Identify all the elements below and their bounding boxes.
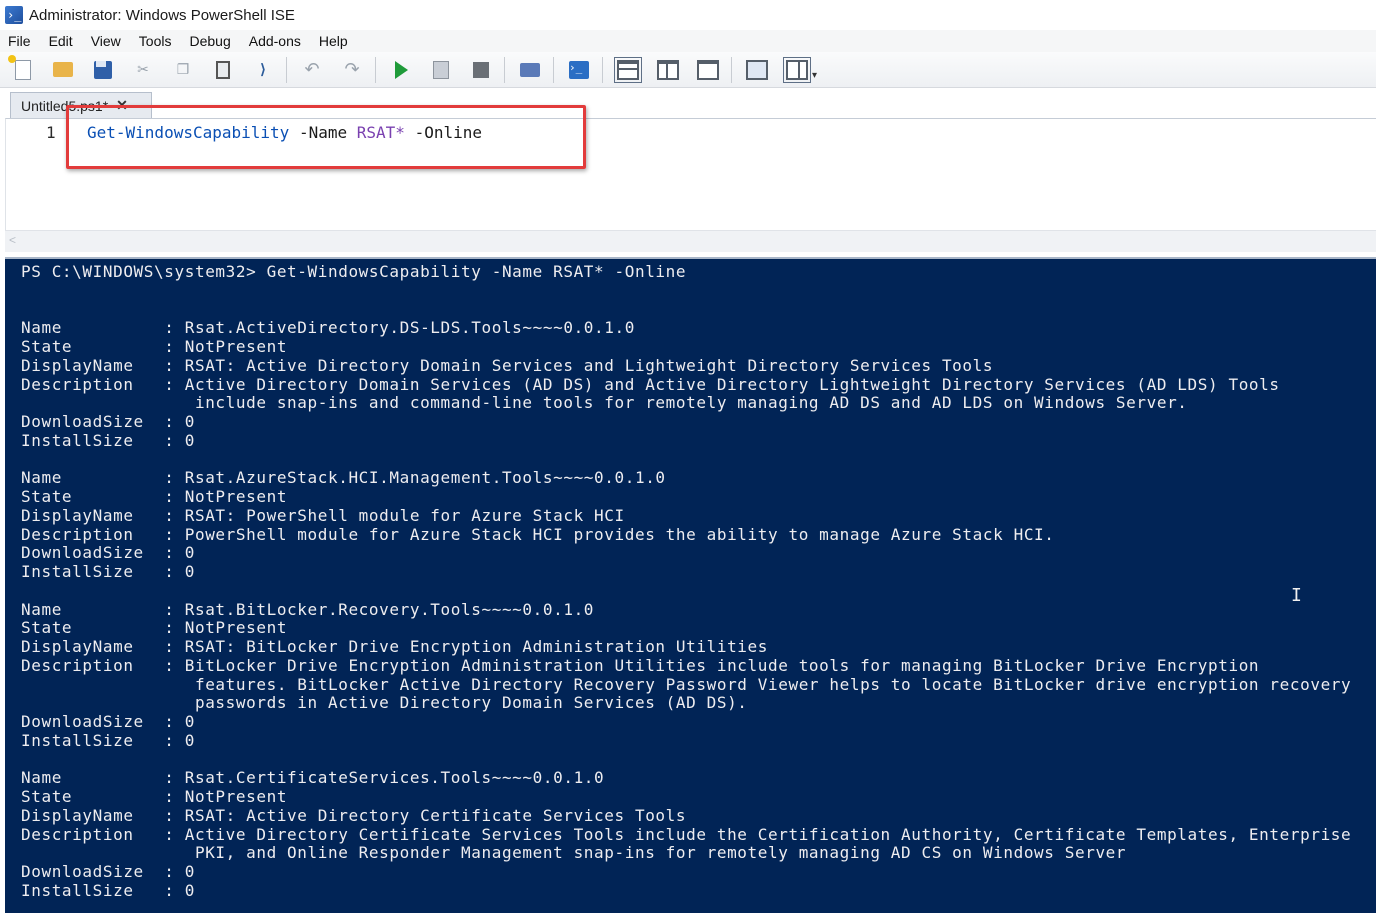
toolbar-separator bbox=[731, 56, 732, 83]
script-pane-top-icon bbox=[614, 56, 642, 83]
run-selection-icon bbox=[433, 60, 449, 79]
open-button[interactable] bbox=[52, 59, 74, 81]
toolbar-overflow-icon[interactable]: ▾ bbox=[812, 70, 817, 81]
menu-help[interactable]: Help bbox=[319, 33, 348, 49]
script-pane-right-button[interactable] bbox=[657, 59, 679, 81]
script-pane[interactable]: 1 Get-WindowsCapability -Name RSAT* -Onl… bbox=[5, 105, 1376, 230]
horizontal-scrollbar[interactable]: < bbox=[5, 230, 1376, 252]
new-script-icon bbox=[15, 59, 31, 80]
line-number: 1 bbox=[46, 123, 56, 142]
new-remote-tab-icon bbox=[520, 62, 540, 77]
cut-icon: ✂ bbox=[137, 61, 149, 77]
redo-button[interactable]: ↷ bbox=[341, 59, 363, 81]
open-icon bbox=[53, 62, 73, 77]
console-output: PS C:\WINDOWS\system32> Get-WindowsCapab… bbox=[21, 262, 1352, 900]
copy-icon: ❐ bbox=[176, 61, 190, 77]
script-pane-top-button[interactable] bbox=[614, 56, 642, 83]
scroll-left-icon[interactable]: < bbox=[9, 233, 16, 247]
run-script-icon bbox=[394, 60, 408, 79]
undo-button[interactable]: ↶ bbox=[301, 59, 323, 81]
toolbar-separator bbox=[553, 56, 554, 83]
toolbar-separator bbox=[286, 56, 287, 83]
window-title: Administrator: Windows PowerShell ISE bbox=[29, 6, 295, 24]
undo-icon: ↶ bbox=[304, 59, 320, 79]
menu-file[interactable]: File bbox=[8, 33, 31, 49]
menu-tools[interactable]: Tools bbox=[139, 33, 172, 49]
run-selection-button[interactable] bbox=[430, 59, 452, 81]
script-pane-maximized-button[interactable] bbox=[697, 59, 719, 81]
script-pane-right-icon bbox=[657, 59, 679, 80]
script-pane-maximized-icon bbox=[697, 59, 719, 80]
menu-add-ons[interactable]: Add-ons bbox=[249, 33, 301, 49]
cut-button[interactable]: ✂ bbox=[132, 59, 154, 81]
toolbar-separator bbox=[602, 56, 603, 83]
show-command-window-button[interactable] bbox=[746, 59, 768, 81]
redo-icon: ↷ bbox=[344, 59, 360, 79]
toolbar: ✂ ❐ ⟩ ↶ ↷ ›_ ▾ bbox=[0, 52, 1376, 88]
menu-bar: File Edit View Tools Debug Add-ons Help bbox=[0, 30, 1376, 52]
console-pane[interactable]: PS C:\WINDOWS\system32> Get-WindowsCapab… bbox=[5, 257, 1376, 913]
new-remote-tab-button[interactable] bbox=[519, 59, 541, 81]
clear-console-icon: ⟩ bbox=[260, 61, 266, 77]
show-command-addon-icon bbox=[783, 56, 811, 83]
toolbar-separator bbox=[375, 56, 376, 83]
powershell-ise-icon bbox=[5, 6, 23, 24]
red-highlight-box bbox=[66, 105, 586, 169]
title-bar: Administrator: Windows PowerShell ISE bbox=[0, 0, 1376, 30]
show-command-window-icon bbox=[746, 59, 768, 80]
run-script-button[interactable] bbox=[390, 59, 412, 81]
stop-icon bbox=[473, 61, 489, 78]
menu-debug[interactable]: Debug bbox=[189, 33, 230, 49]
copy-button[interactable]: ❐ bbox=[172, 59, 194, 81]
menu-view[interactable]: View bbox=[91, 33, 121, 49]
clear-console-button[interactable]: ⟩ bbox=[252, 59, 274, 81]
start-powershell-button[interactable]: ›_ bbox=[568, 59, 590, 81]
save-button[interactable] bbox=[92, 59, 114, 81]
stop-button[interactable] bbox=[470, 59, 492, 81]
show-command-addon-button[interactable] bbox=[783, 56, 811, 83]
paste-icon bbox=[216, 60, 230, 79]
powershell-icon: ›_ bbox=[569, 60, 589, 79]
paste-button[interactable] bbox=[212, 59, 234, 81]
toolbar-separator bbox=[504, 56, 505, 83]
menu-edit[interactable]: Edit bbox=[49, 33, 73, 49]
save-icon bbox=[94, 60, 112, 79]
text-cursor-icon: I bbox=[1291, 585, 1302, 606]
new-script-button[interactable] bbox=[12, 59, 34, 81]
